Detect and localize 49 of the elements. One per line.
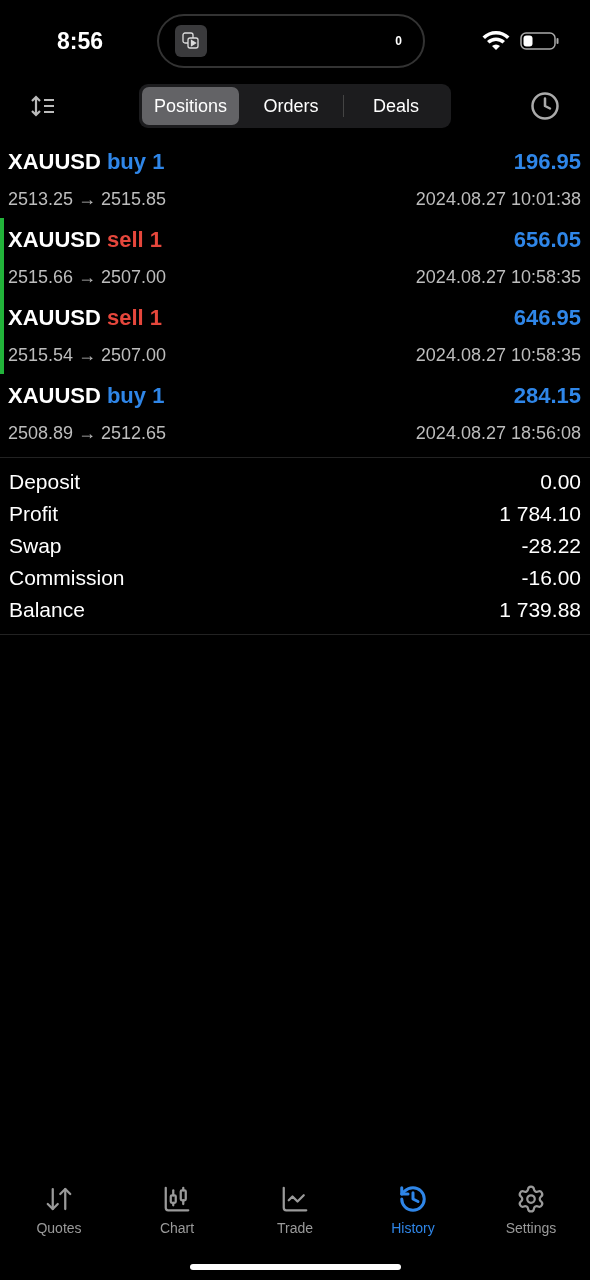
summary-label: Commission xyxy=(9,565,125,592)
profit-value: 196.95 xyxy=(513,148,581,176)
price-range: 2513.25 → 2515.85 xyxy=(8,188,167,211)
price-range: 2515.66 → 2507.00 xyxy=(8,266,167,289)
deal-side: sell 1 xyxy=(106,226,162,254)
summary-label: Profit xyxy=(9,501,58,528)
sort-icon[interactable] xyxy=(30,95,56,117)
tab-bar-item[interactable]: History xyxy=(354,1184,472,1244)
summary-value: 1 739.88 xyxy=(499,597,581,624)
island-count: 0 xyxy=(395,33,402,50)
tab-bar-item[interactable]: Quotes xyxy=(0,1184,118,1244)
summary-label: Swap xyxy=(9,533,62,560)
tab-bar-item[interactable]: Chart xyxy=(118,1184,236,1244)
segment-tab[interactable]: Deals xyxy=(344,87,448,125)
price-range: 2515.54 → 2507.00 xyxy=(8,344,167,367)
line-chart-icon xyxy=(280,1184,310,1214)
profit-value: 656.05 xyxy=(513,226,581,254)
segment-tab[interactable]: Positions xyxy=(142,87,239,125)
summary-label: Balance xyxy=(9,597,85,624)
deal-side: buy 1 xyxy=(106,382,165,410)
symbol-label: XAUUSD xyxy=(8,226,101,254)
symbol-label: XAUUSD xyxy=(8,382,101,410)
deal-time: 2024.08.27 10:58:35 xyxy=(415,344,581,367)
wifi-icon xyxy=(482,31,510,51)
summary-value: 0.00 xyxy=(540,469,581,496)
settings-icon xyxy=(516,1184,546,1214)
deal-side: buy 1 xyxy=(106,148,165,176)
profit-value: 284.15 xyxy=(513,382,581,410)
history-icon xyxy=(398,1184,428,1214)
summary-value: -28.22 xyxy=(521,533,581,560)
clock-icon[interactable] xyxy=(530,91,560,121)
segment-tab[interactable]: Orders xyxy=(239,87,343,125)
summary-value: 1 784.10 xyxy=(499,501,581,528)
deal-time: 2024.08.27 18:56:08 xyxy=(415,422,581,445)
candlestick-icon xyxy=(162,1184,192,1214)
status-time: 8:56 xyxy=(55,26,104,56)
deal-time: 2024.08.27 10:01:38 xyxy=(415,188,581,211)
deal-side: sell 1 xyxy=(106,304,162,332)
media-app-icon xyxy=(175,25,207,57)
summary-label: Deposit xyxy=(9,469,81,496)
profit-value: 646.95 xyxy=(513,304,581,332)
summary-value: -16.00 xyxy=(521,565,581,592)
deal-time: 2024.08.27 10:58:35 xyxy=(415,266,581,289)
tab-bar-item[interactable]: Settings xyxy=(472,1184,590,1244)
tab-bar-item[interactable]: Trade xyxy=(236,1184,354,1244)
symbol-label: XAUUSD xyxy=(8,304,101,332)
price-range: 2508.89 → 2512.65 xyxy=(8,422,167,445)
battery-icon xyxy=(520,31,560,51)
symbol-label: XAUUSD xyxy=(8,148,101,176)
